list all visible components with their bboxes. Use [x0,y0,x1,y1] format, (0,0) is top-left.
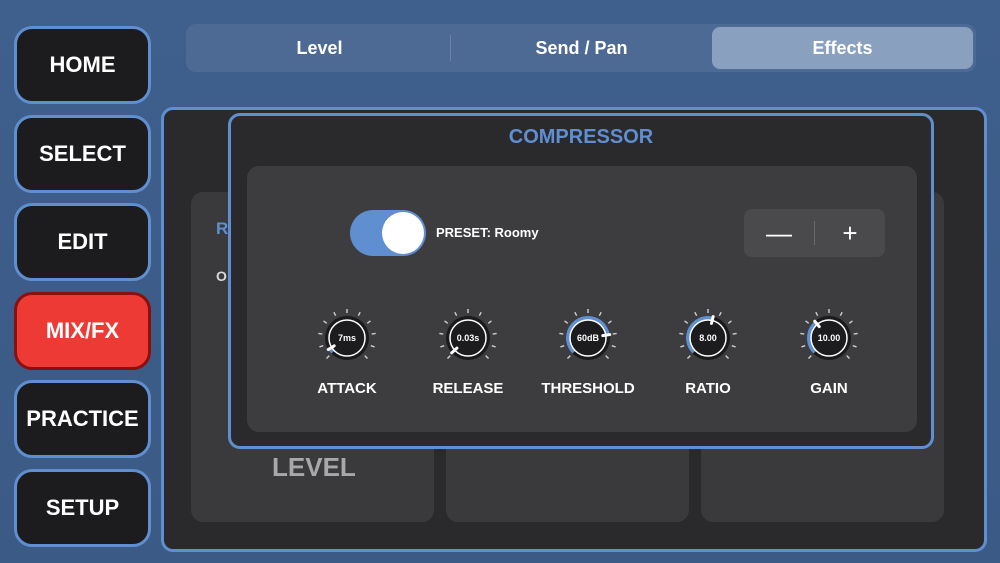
compressor-controls: PRESET: Roomy — + 7ms ATTACK 0.03s RELEA… [247,166,917,432]
tab-level[interactable]: Level [189,27,450,69]
preset-label[interactable]: PRESET: Roomy [436,225,539,240]
nav-button-mixfx[interactable]: MIX/FX [14,292,151,370]
knob-label: RELEASE [432,380,504,397]
knob-release[interactable]: 0.03s RELEASE [418,306,518,406]
knob-label: GAIN [810,380,848,397]
tab-effects[interactable]: Effects [712,27,973,69]
compressor-dialog: COMPRESSOR PRESET: Roomy — + 7ms ATTACK … [228,113,934,449]
knob-label: ATTACK [317,380,377,397]
knob-ratio[interactable]: 8.00 RATIO [658,306,758,406]
card-heading: R [216,219,229,238]
nav-button-setup[interactable]: SETUP [14,469,151,547]
nav-button-home[interactable]: HOME [14,26,151,104]
nav-button-select[interactable]: SELECT [14,115,151,193]
knob-label: THRESHOLD [541,380,635,397]
knob-gain[interactable]: 10.00 GAIN [779,306,879,406]
preset-next-button[interactable]: + [815,209,885,257]
knob-value: 7ms [337,333,356,343]
toggle-knob [382,212,424,254]
knob-attack[interactable]: 7ms ATTACK [297,306,397,406]
knob-label: RATIO [685,380,731,397]
knob-value: 8.00 [699,333,717,343]
preset-previous-button[interactable]: — [744,209,814,257]
knob-value: 10.00 [817,333,841,343]
knob-threshold[interactable]: 60dB THRESHOLD [538,306,638,406]
knob-value: 60dB [576,333,599,343]
card-text: O [216,268,227,284]
dialog-title: COMPRESSOR [508,126,654,148]
tab-bar: Level Send / Pan Effects [186,24,976,72]
nav-button-practice[interactable]: PRACTICE [14,380,151,458]
level-label: LEVEL [272,452,356,482]
nav-button-edit[interactable]: EDIT [14,203,151,281]
knob-value: 0.03s [456,333,480,343]
compressor-toggle[interactable] [350,210,426,256]
preset-stepper: — + [744,209,885,257]
tab-send-pan[interactable]: Send / Pan [451,27,712,69]
